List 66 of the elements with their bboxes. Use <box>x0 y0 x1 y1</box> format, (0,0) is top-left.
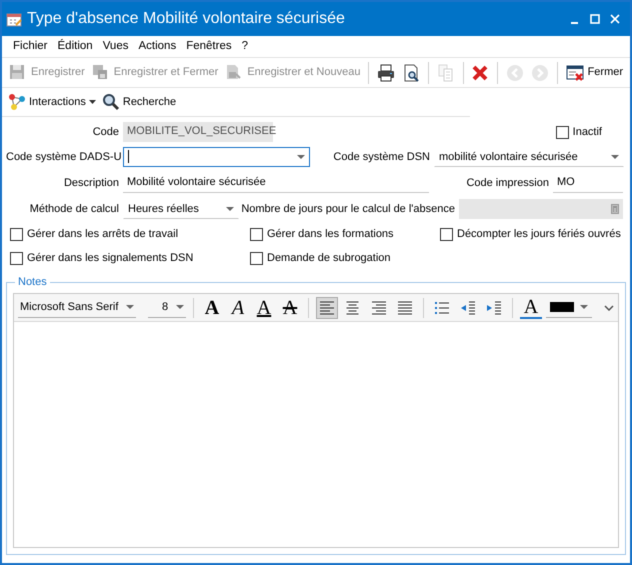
close-icon[interactable] <box>610 14 620 24</box>
delete-icon <box>471 64 490 82</box>
outdent-icon <box>460 300 476 314</box>
print-preview-icon <box>402 64 420 82</box>
search-icon <box>102 93 120 111</box>
menu-item[interactable]: Vues <box>98 38 134 56</box>
forward-icon <box>530 64 549 82</box>
copy-icon <box>436 64 455 82</box>
checkbox[interactable]: Inactif <box>556 124 602 140</box>
checkbox[interactable]: Gérer dans les signalements DSN <box>10 250 250 266</box>
indent-icon <box>486 300 502 314</box>
printer-icon <box>377 64 396 82</box>
menu-item[interactable]: Fenêtres <box>181 38 237 56</box>
text-field[interactable]: MO <box>553 173 623 193</box>
align-icon <box>345 300 361 316</box>
save-icon <box>9 64 27 82</box>
checkbox[interactable]: Gérer dans les arrêts de travail <box>10 226 250 242</box>
list-icon <box>434 300 450 314</box>
caret-icon <box>611 155 619 159</box>
format-button[interactable]: A <box>253 296 275 318</box>
checkbox[interactable]: Demande de subrogation <box>250 250 440 266</box>
font-color-button[interactable]: A <box>520 296 542 318</box>
chevron-down-icon[interactable] <box>604 304 614 310</box>
field-label: Code <box>92 124 120 140</box>
dropdown-field[interactable] <box>123 147 310 167</box>
toolbar-button[interactable]: Interactions <box>8 90 96 114</box>
menu-item[interactable]: Actions <box>133 38 182 56</box>
window-title: Type d'absence Mobilité volontaire sécurisée <box>27 9 345 29</box>
menu-item[interactable]: ? <box>236 38 253 56</box>
maximize-icon[interactable] <box>590 14 600 24</box>
caret-icon <box>126 305 134 309</box>
dropdown-field[interactable]: mobilité volontaire sécurisée <box>434 147 624 167</box>
field-label: Code impression <box>465 176 550 191</box>
field-label: Description <box>62 176 120 191</box>
calculator-icon <box>611 204 619 214</box>
text-field[interactable]: Mobilité volontaire sécurisée <box>123 173 429 193</box>
field-label: Code système DSN <box>332 150 431 165</box>
field-label: Méthode de calcul <box>28 202 120 217</box>
save-icon <box>92 64 110 82</box>
close-window-icon <box>566 64 584 82</box>
calendar-icon <box>6 11 22 27</box>
field-label: Code système DADS-U <box>6 150 123 165</box>
checkbox[interactable]: Décompter les jours fériés ouvrés <box>440 226 621 242</box>
font-dropdown[interactable]: Microsoft Sans Serif <box>18 298 136 318</box>
toolbar-button[interactable]: Recherche <box>102 90 176 114</box>
dropdown-field[interactable]: Heures réelles <box>123 199 239 219</box>
align-icon <box>319 300 335 316</box>
size-dropdown[interactable]: 8 <box>148 298 186 318</box>
caret-icon <box>580 305 588 309</box>
checkbox[interactable]: Gérer dans les formations <box>250 226 440 242</box>
format-button[interactable]: A <box>279 296 301 318</box>
caret-icon <box>297 155 305 159</box>
network-icon <box>8 93 26 111</box>
caret-icon <box>226 207 234 211</box>
format-button[interactable]: A <box>201 296 223 318</box>
menu-item[interactable]: Fichier <box>8 38 53 56</box>
back-icon <box>506 64 524 82</box>
align-button[interactable] <box>316 296 338 318</box>
align-icon <box>371 300 387 316</box>
format-button[interactable]: A <box>227 296 249 318</box>
field-label: Nombre de jours pour le calcul de l'absence <box>240 202 456 217</box>
toolbar-button[interactable]: Fermer <box>564 60 626 84</box>
save-icon <box>225 64 244 82</box>
menu-item[interactable]: Édition <box>52 38 98 56</box>
caret-icon <box>176 305 184 309</box>
align-icon <box>397 300 413 316</box>
